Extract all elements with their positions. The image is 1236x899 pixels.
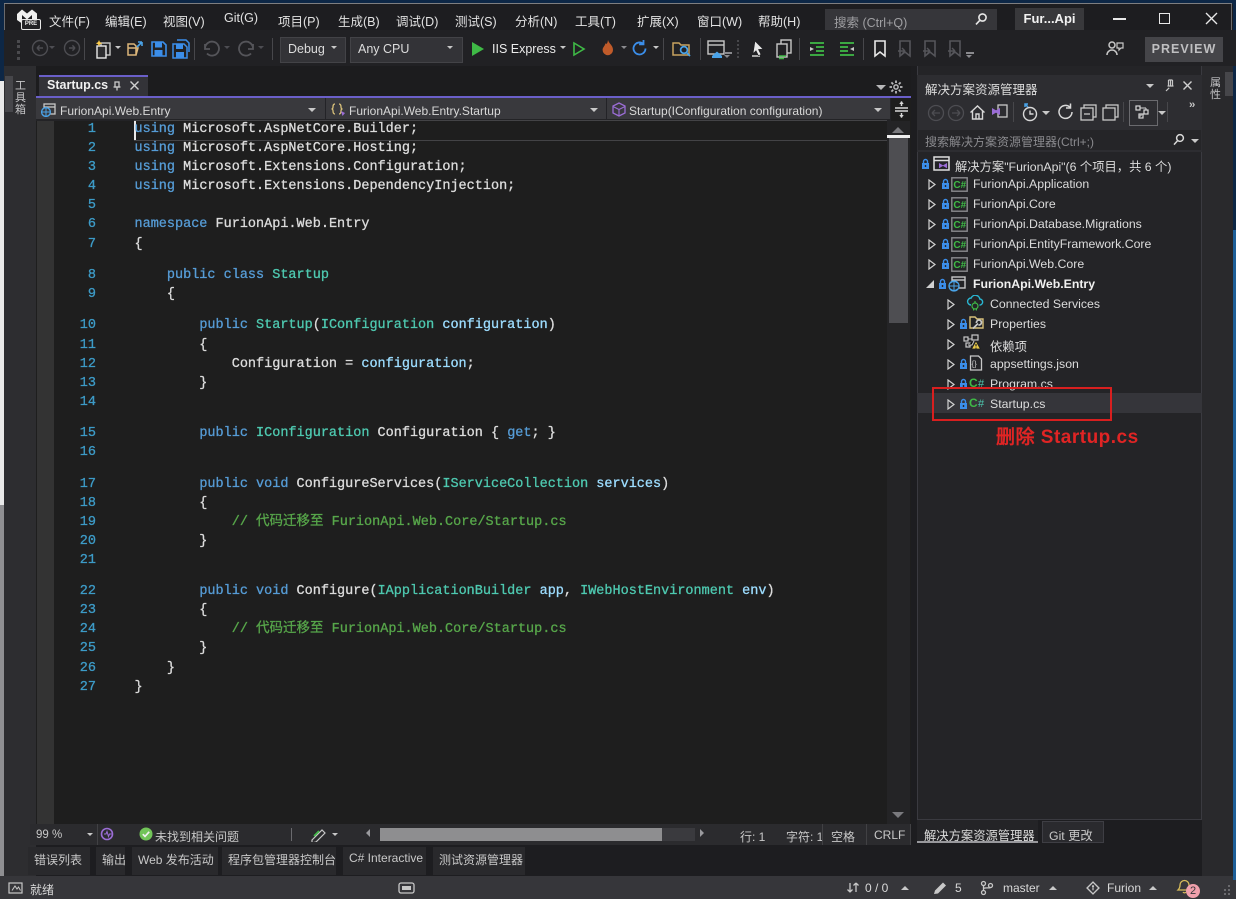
svg-text:C#: C# xyxy=(953,180,966,191)
svg-text:C#: C# xyxy=(953,260,966,271)
svg-text:C#: C# xyxy=(953,220,966,231)
svg-text:C#: C# xyxy=(953,200,966,211)
svg-text:C#: C# xyxy=(953,240,966,251)
svg-text:{}: {} xyxy=(972,360,978,369)
